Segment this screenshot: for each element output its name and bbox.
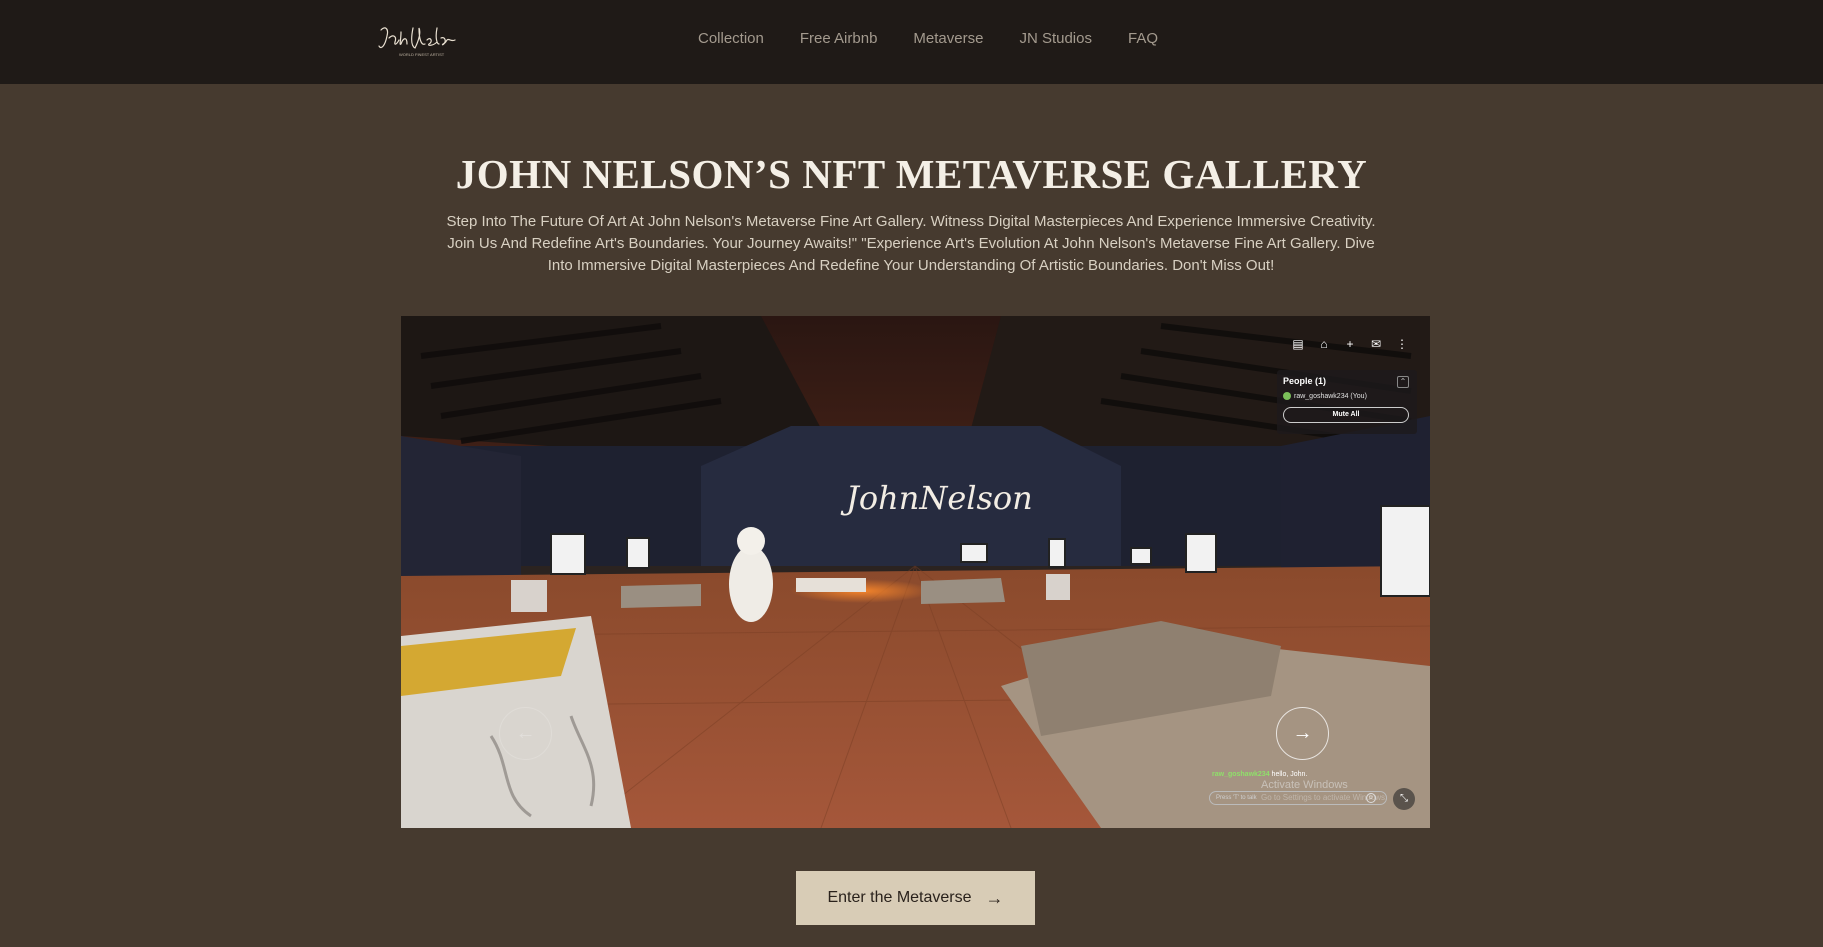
next-arrow-button[interactable]: → [1276,707,1329,760]
logo-signature-icon: WORLD FINEST ARTIST [378,27,456,57]
chat-message: raw_goshawk234 hello, John. [1212,771,1307,778]
home-icon[interactable]: ⌂ [1318,338,1330,350]
gallery-scene-image: JohnNelson [401,316,1430,828]
metaverse-viewer[interactable]: JohnNelson ▤ ⌂ + ✉ ⋮ People (1) ⌃ raw_go… [401,316,1430,828]
chat-username: raw_goshawk234 [1212,771,1270,778]
nav-jn-studios[interactable]: JN Studios [1019,30,1092,47]
viewer-toolbar: ▤ ⌂ + ✉ ⋮ [1292,338,1408,350]
svg-text:WORLD FINEST ARTIST: WORLD FINEST ARTIST [399,52,445,57]
nav-collection[interactable]: Collection [698,30,764,47]
site-header: WORLD FINEST ARTIST Collection Free Airb… [0,0,1823,84]
fullscreen-exit-icon[interactable]: ⤡ [1393,788,1415,810]
enter-metaverse-label: Enter the Metaverse [827,889,972,906]
avatar [1283,392,1291,400]
chat-input[interactable]: Press 'T' to talk [1209,791,1387,805]
people-user-row[interactable]: raw_goshawk234 (You) [1283,392,1411,400]
site-logo[interactable]: WORLD FINEST ARTIST [375,20,459,60]
people-user-name: raw_goshawk234 (You) [1294,392,1367,400]
collapse-icon[interactable]: ⌃ [1397,376,1409,388]
mute-all-button[interactable]: Mute All [1283,407,1409,423]
nav-faq[interactable]: FAQ [1128,30,1158,47]
chat-text: hello, John. [1271,771,1308,778]
enter-metaverse-button[interactable]: Enter the Metaverse → [796,871,1035,925]
arrow-left-icon: ← [515,722,536,744]
nav-metaverse[interactable]: Metaverse [913,30,983,47]
people-title: People (1) [1283,376,1327,386]
page-description: Step Into The Future Of Art At John Nels… [446,213,1376,274]
people-panel: People (1) ⌃ raw_goshawk234 (You) Mute A… [1277,370,1417,434]
emoji-icon[interactable]: ☺ [1366,793,1376,803]
chat-icon[interactable]: ✉ [1370,338,1382,350]
windows-watermark: Activate Windows [1261,779,1348,791]
arrow-right-icon: → [985,888,1004,908]
main-nav: Collection Free Airbnb Metaverse JN Stud… [698,30,1158,47]
shop-icon[interactable]: ▤ [1292,338,1304,350]
prev-arrow-button[interactable]: ← [499,707,552,760]
page-title: JOHN NELSON’S NFT METAVERSE GALLERY [455,151,1368,197]
svg-text:JohnNelson: JohnNelson [840,479,1033,517]
more-icon[interactable]: ⋮ [1396,338,1408,350]
arrow-right-icon: → [1292,722,1313,744]
plus-icon[interactable]: + [1344,338,1356,350]
nav-free-airbnb[interactable]: Free Airbnb [800,30,878,47]
